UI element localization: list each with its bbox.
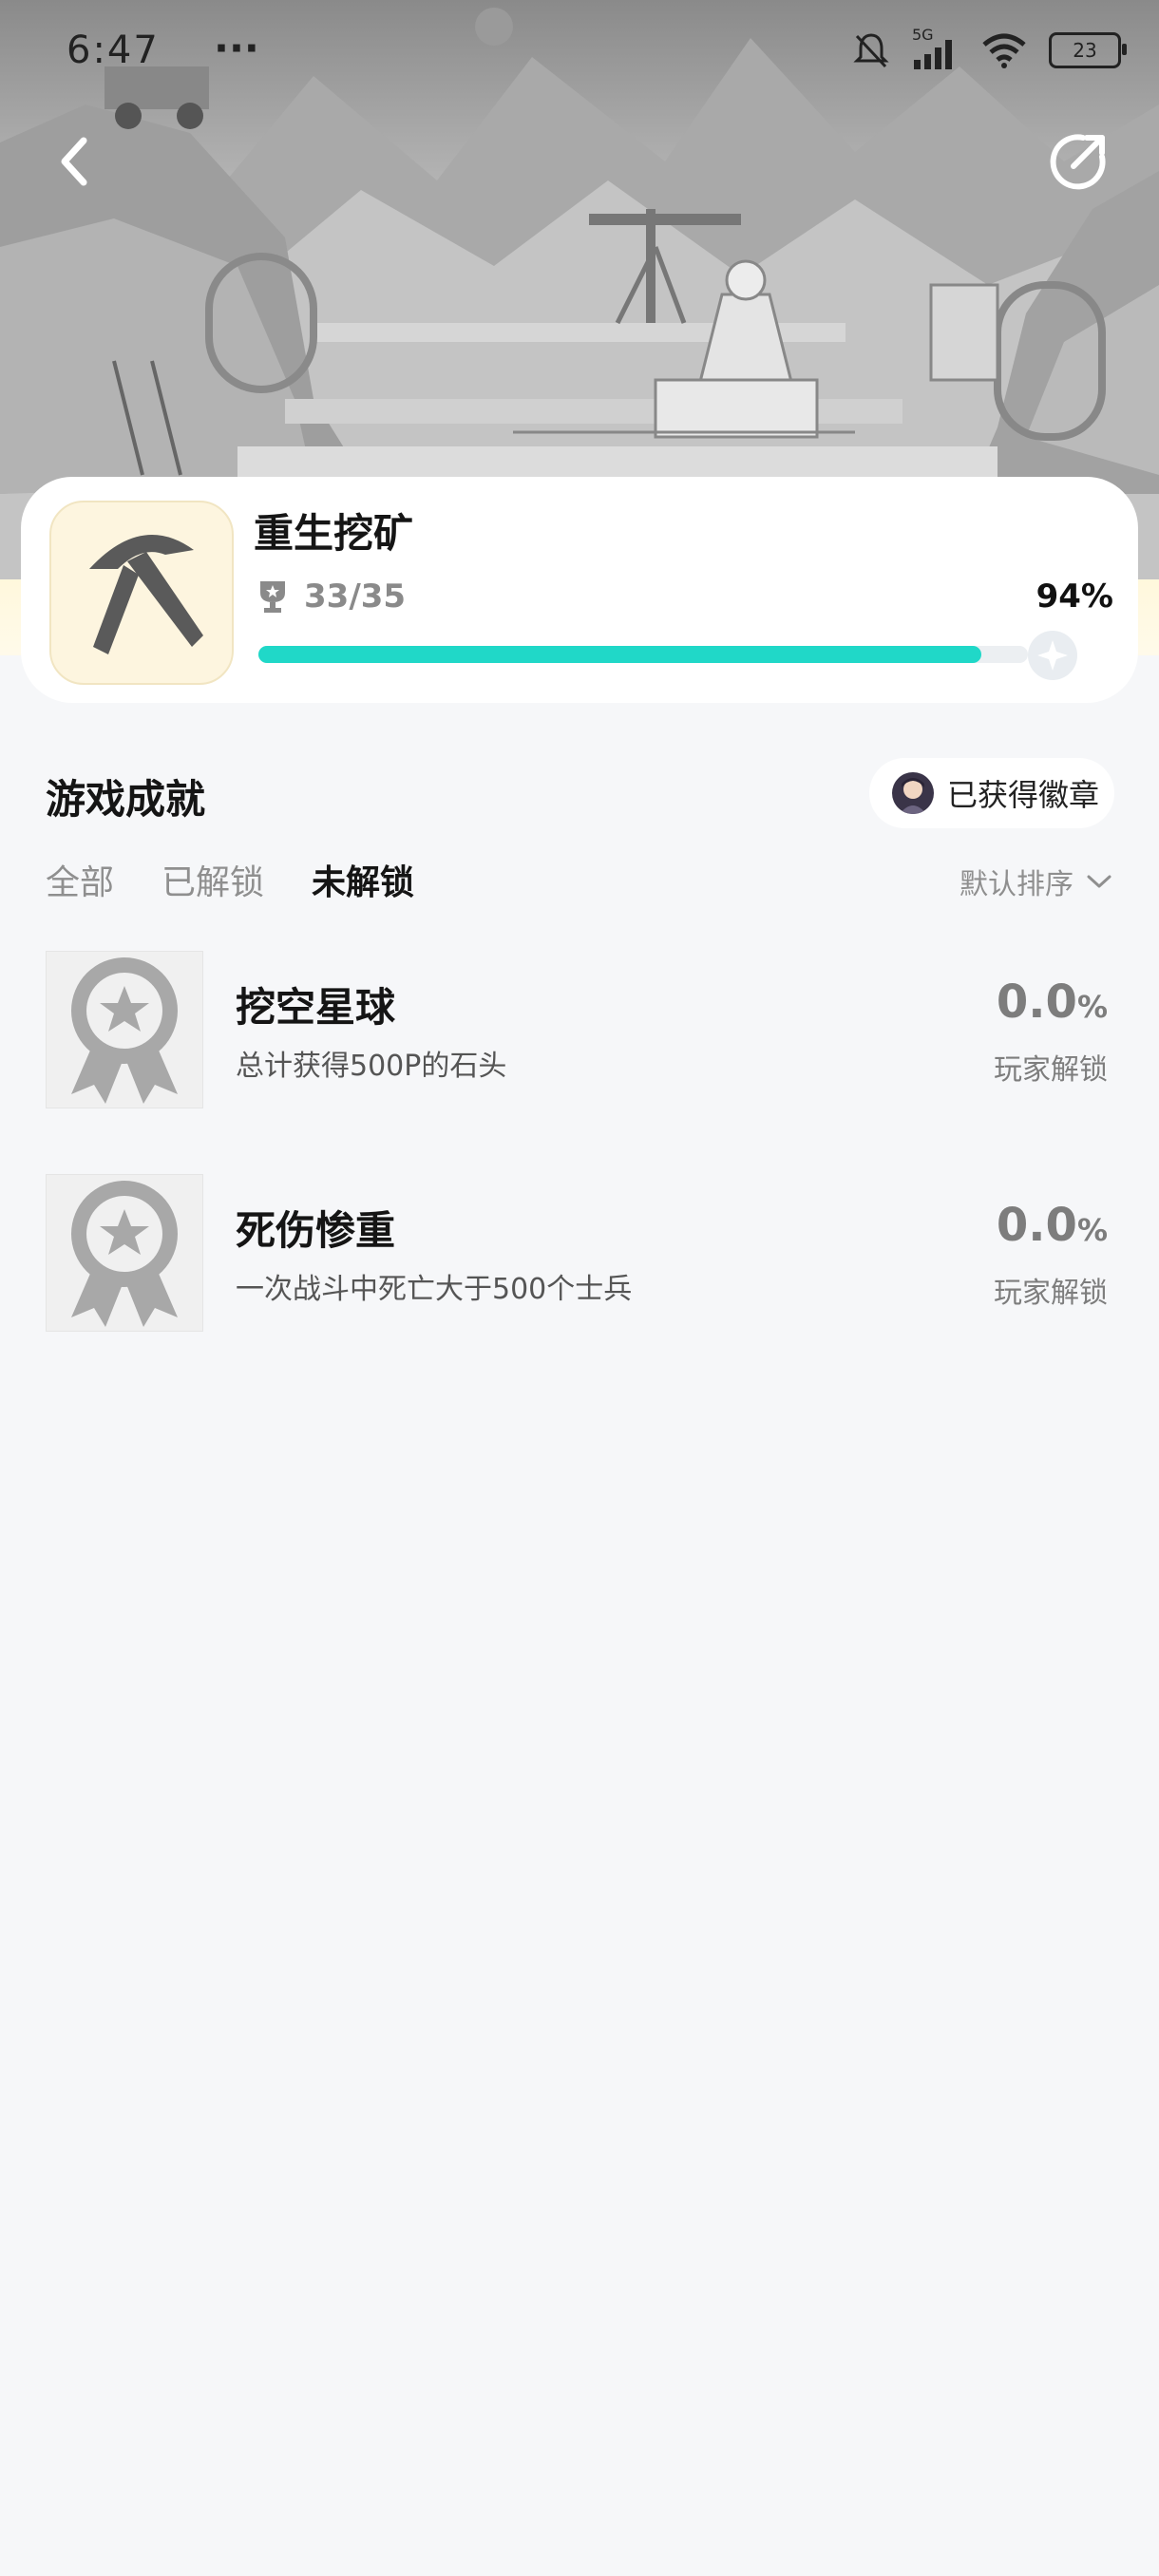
achievement-description: 总计获得500P的石头 <box>236 1050 507 1083</box>
game-icon[interactable] <box>49 501 234 685</box>
status-bar: 6:47 ··· 5G 23 <box>0 0 1159 114</box>
sparkle-icon <box>1037 640 1068 671</box>
unlock-rate-label: 玩家解锁 <box>994 1053 1108 1087</box>
bell-muted-icon <box>853 33 889 68</box>
achievement-medal <box>46 951 203 1108</box>
trophy-icon <box>260 581 285 613</box>
achievement-count: 33/35 <box>304 578 407 616</box>
filter-tabs: 全部 已解锁 未解锁 <box>46 855 414 912</box>
unlock-rate-unit: % <box>1076 989 1108 1025</box>
list-item[interactable]: 死伤惨重 一次战斗中死亡大于500个士兵 0.0% 玩家解锁 <box>46 1174 1119 1332</box>
cellular-signal-icon: 5G <box>912 26 960 69</box>
battery-level: 23 <box>1073 39 1097 62</box>
back-arrow-icon[interactable] <box>48 133 104 190</box>
game-title: 重生挖矿 <box>254 510 414 557</box>
chevron-down-icon <box>1087 875 1112 888</box>
achievement-percent: 94% <box>1036 578 1113 616</box>
progress-end-marker <box>1028 631 1077 680</box>
achievement-name: 死伤惨重 <box>236 1207 396 1254</box>
battery-icon: 23 <box>1049 32 1127 68</box>
progress-bar-fill <box>258 646 982 663</box>
status-icons: 5G 23 <box>851 26 1127 70</box>
earned-badges-label: 已获得徽章 <box>947 777 1100 813</box>
earned-badges-button[interactable]: 已获得徽章 <box>869 758 1114 828</box>
share-icon[interactable] <box>1045 128 1112 195</box>
unlock-rate: 0.0% <box>997 975 1108 1029</box>
sort-dropdown[interactable]: 默认排序 <box>960 861 1112 902</box>
medal-icon <box>71 957 178 1104</box>
tab-all[interactable]: 全部 <box>46 855 114 912</box>
status-time: 6:47 <box>66 28 160 72</box>
status-more-dots: ··· <box>214 25 259 71</box>
medal-icon <box>71 1181 178 1327</box>
unlock-rate-value: 0.0 <box>996 975 1077 1029</box>
tab-locked[interactable]: 未解锁 <box>312 855 414 912</box>
achievement-name: 挖空星球 <box>236 984 396 1031</box>
progress-bar <box>258 646 1028 663</box>
game-summary-card: 重生挖矿 33/35 94% <box>21 477 1138 703</box>
sort-label: 默认排序 <box>960 868 1074 901</box>
list-item[interactable]: 挖空星球 总计获得500P的石头 0.0% 玩家解锁 <box>46 951 1119 1108</box>
unlock-rate: 0.0% <box>997 1199 1108 1252</box>
achievement-progress-row: 33/35 94% <box>258 574 1113 621</box>
achievement-description: 一次战斗中死亡大于500个士兵 <box>236 1273 633 1306</box>
unlock-rate-value: 0.0 <box>996 1199 1077 1252</box>
section-title: 游戏成就 <box>46 776 206 823</box>
achievement-medal <box>46 1174 203 1332</box>
unlock-rate-unit: % <box>1076 1212 1108 1248</box>
tab-unlocked[interactable]: 已解锁 <box>162 855 264 912</box>
avatar <box>892 772 934 814</box>
unlock-rate-label: 玩家解锁 <box>994 1277 1108 1310</box>
pickaxe-icon <box>89 535 203 654</box>
wifi-icon <box>982 33 1026 68</box>
